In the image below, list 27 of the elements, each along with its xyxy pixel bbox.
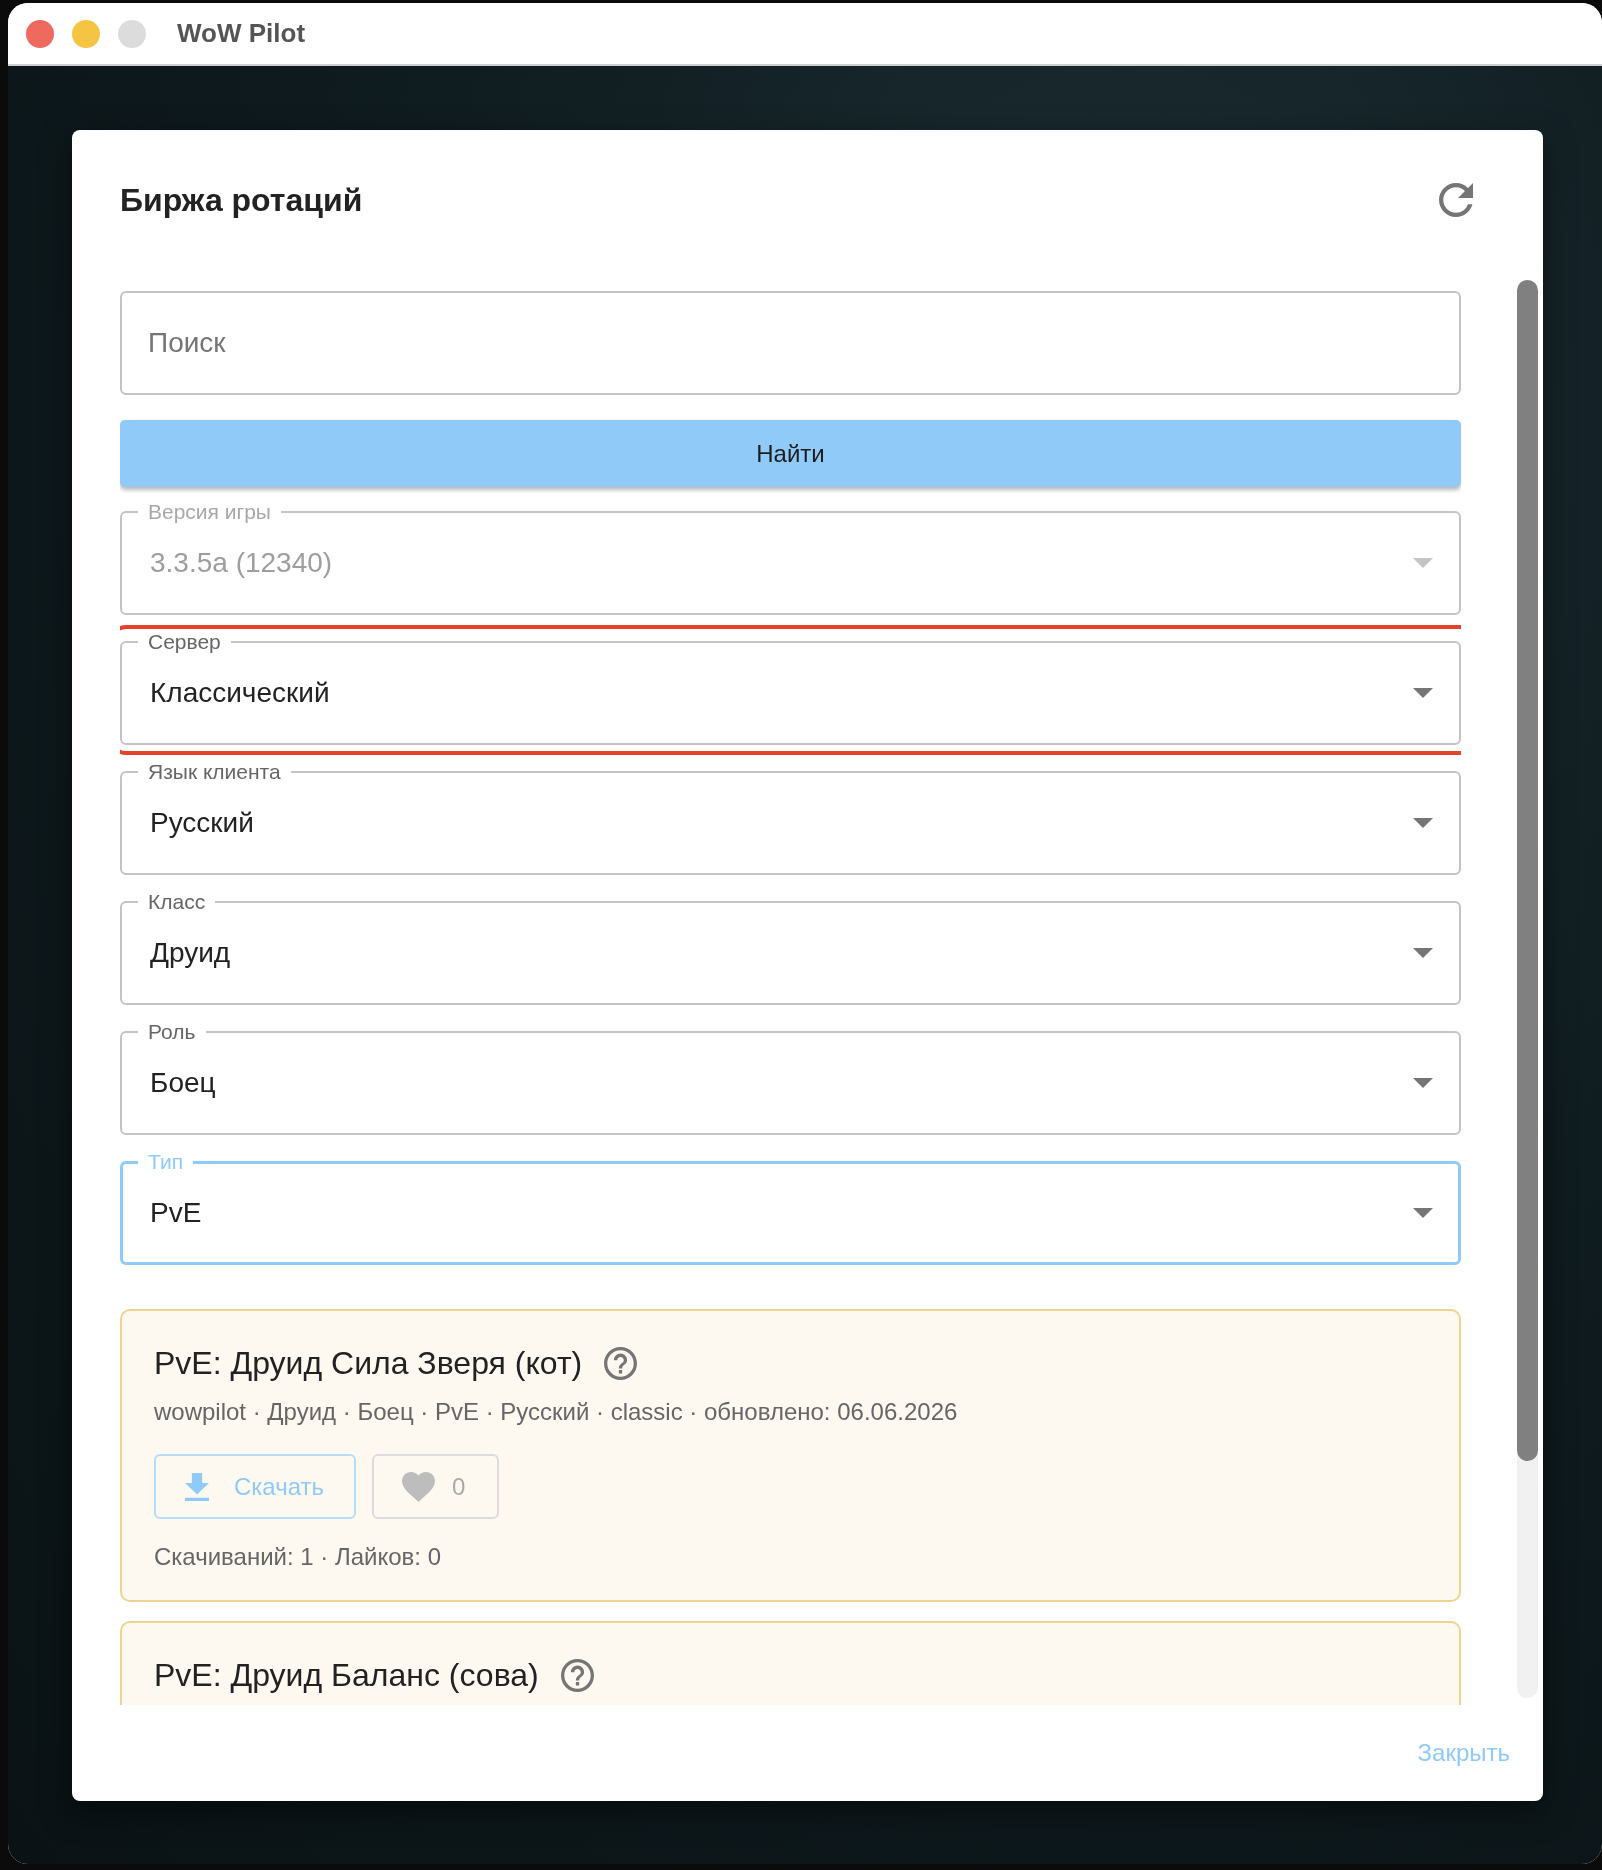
rotation-meta: wowpilot · Друид · Боец · PvE · Русский · classic · обновлено: 06.06.2026 (154, 1398, 959, 1426)
rotation-stats: Скачиваний: 1 · Лайков: 0 (154, 1543, 443, 1571)
refresh-icon (1439, 183, 1473, 217)
caret-icon (1413, 558, 1433, 568)
help-icon[interactable] (560, 1658, 594, 1692)
window-title: WoW Pilot (177, 18, 306, 49)
download-icon (185, 1472, 209, 1501)
field-label: Версия игры (147, 501, 272, 523)
caret-icon (1413, 1207, 1433, 1218)
close-button[interactable] (26, 19, 54, 48)
caret-icon (1413, 688, 1433, 698)
caret-icon (1413, 1078, 1433, 1088)
caret-icon (1413, 818, 1433, 828)
field-label: Тип (147, 1151, 184, 1173)
field-label: Сервер (147, 631, 222, 653)
search-field[interactable]: Поиск (120, 291, 1461, 395)
help-icon[interactable] (604, 1346, 638, 1380)
search-button[interactable]: Найти (120, 420, 1461, 487)
field-label: Язык клиента (147, 761, 282, 783)
scrollbar-track[interactable] (1517, 280, 1538, 1698)
scrollbar-thumb[interactable] (1517, 280, 1538, 1461)
field-label: Роль (147, 1021, 197, 1043)
rotation-title: PvE: Друид Сила Зверя (кот) (154, 1345, 583, 1381)
caret-icon (1413, 948, 1433, 958)
rotation-title: PvE: Друид Баланс (сова) (154, 1657, 539, 1693)
field-label: Класс (147, 891, 207, 913)
dialog-title: Биржа ротаций (120, 181, 363, 219)
